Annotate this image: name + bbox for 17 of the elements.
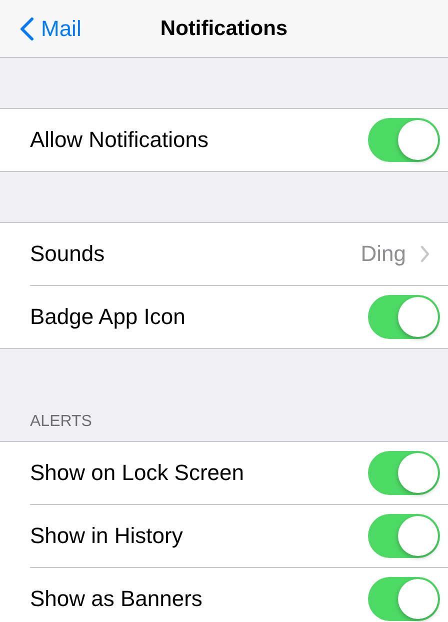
toggle-switch[interactable] bbox=[368, 295, 440, 339]
setting-label: Allow Notifications bbox=[30, 127, 210, 153]
toggle-switch[interactable] bbox=[368, 118, 440, 162]
chevron-icon[interactable] bbox=[420, 245, 430, 263]
back-button[interactable]: Mail bbox=[0, 8, 82, 48]
setting-label: Show as Banners bbox=[30, 586, 204, 612]
setting-label: Sounds bbox=[30, 241, 106, 267]
section-header: ALERTS bbox=[29, 413, 92, 432]
toggle-switch[interactable] bbox=[368, 514, 440, 558]
screen-title: Notifications bbox=[160, 16, 288, 40]
setting-label: Show on Lock Screen bbox=[30, 460, 246, 486]
setting-value: Ding bbox=[360, 241, 406, 267]
back-chevron-icon bbox=[20, 16, 34, 40]
setting-label: Show in History bbox=[30, 523, 184, 549]
setting-label: Badge App Icon bbox=[30, 304, 186, 330]
toggle-switch[interactable] bbox=[368, 577, 440, 621]
toggle-switch[interactable] bbox=[368, 451, 440, 495]
